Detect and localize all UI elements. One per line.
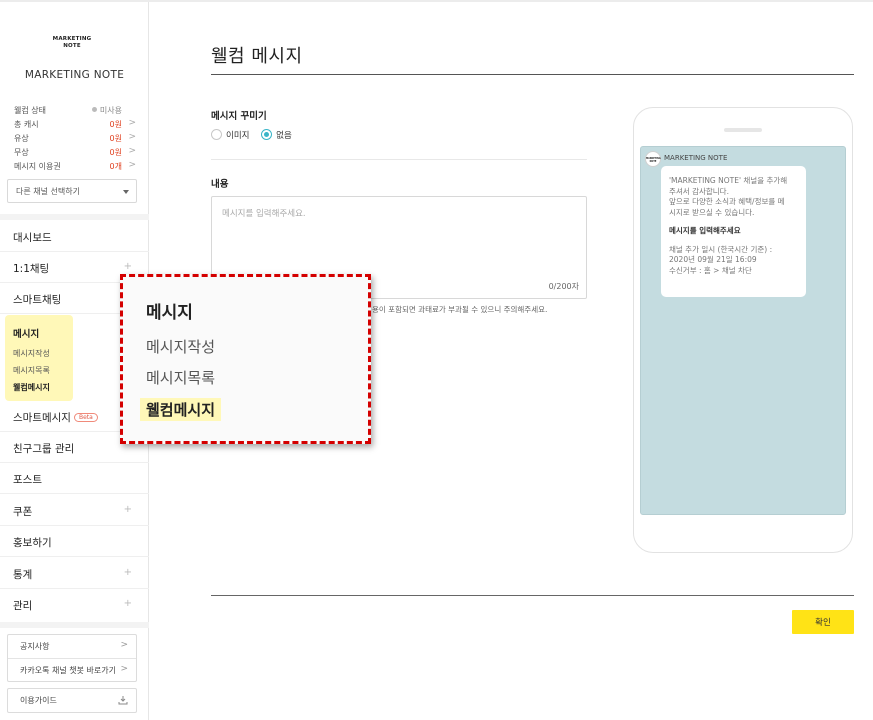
channel-select[interactable]: 다른 채널 선택하기 xyxy=(7,179,137,203)
nav-message[interactable]: 메시지 xyxy=(13,326,73,340)
divider xyxy=(0,214,149,220)
channel-name: MARKETING NOTE xyxy=(664,154,728,162)
info-paid-cash[interactable]: 유상 0원 > xyxy=(14,132,136,144)
link-notice[interactable]: 공지사항 > xyxy=(8,635,136,658)
nav-coupon[interactable]: 쿠폰 + xyxy=(0,495,149,526)
divider xyxy=(211,74,854,75)
download-icon xyxy=(118,696,128,705)
link-kakao-chatbot[interactable]: 카카오톡 채널 챗봇 바로가기 > xyxy=(8,658,136,681)
brand-logo: MARKETING NOTE xyxy=(52,36,92,49)
callout-welcome-message: 웰컴메시지 xyxy=(140,398,222,421)
status-dot-icon xyxy=(91,107,97,112)
decorate-radio-group: 이미지 없음 xyxy=(211,129,301,141)
decorate-label: 메시지 꾸미기 xyxy=(211,111,267,122)
phone-speaker xyxy=(724,128,762,132)
brand-name: MARKETING NOTE xyxy=(24,69,125,81)
chevron-right-icon: > xyxy=(128,160,136,170)
nav-promote[interactable]: 홍보하기 xyxy=(0,526,149,557)
nav-stats[interactable]: 통계 + xyxy=(0,558,149,589)
sidebar-links: 공지사항 > 카카오톡 채널 챗봇 바로가기 > xyxy=(7,634,137,682)
preview-message-bubble: 'MARKETING NOTE' 채널을 추가해 주셔서 감사합니다. 앞으로 … xyxy=(661,166,806,297)
chevron-right-icon: > xyxy=(120,664,128,674)
divider xyxy=(211,595,854,596)
radio-none[interactable]: 없음 xyxy=(261,129,292,141)
callout-message: 메시지 xyxy=(146,303,193,323)
link-guide[interactable]: 이용가이드 xyxy=(7,688,137,713)
chevron-right-icon: > xyxy=(128,118,136,128)
plus-icon: + xyxy=(123,598,132,609)
radio-image[interactable]: 이미지 xyxy=(211,129,249,141)
nav-manage[interactable]: 관리 + xyxy=(0,589,149,620)
divider xyxy=(0,622,149,628)
beta-badge: Beta xyxy=(73,413,98,422)
callout-message-list: 메시지목록 xyxy=(146,369,216,387)
nav-message-compose[interactable]: 메시지작성 xyxy=(13,345,73,362)
nav-message-list[interactable]: 메시지목록 xyxy=(13,362,73,379)
nav-dashboard[interactable]: 대시보드 xyxy=(0,221,149,252)
channel-avatar: MARKETING NOTE xyxy=(645,151,661,167)
content-label: 내용 xyxy=(211,179,229,190)
divider xyxy=(211,159,587,160)
info-welcome-status: 웰컴 상태 미사용 xyxy=(14,106,122,115)
preview-message: 메시지를 입력해주세요 xyxy=(669,226,741,235)
page-title: 웰컴 메시지 xyxy=(211,46,303,67)
nav-post[interactable]: 포스트 xyxy=(0,463,149,494)
chevron-right-icon: > xyxy=(128,146,136,156)
char-counter: 0/200자 xyxy=(548,282,579,291)
info-message-voucher[interactable]: 메시지 이용권 0개 > xyxy=(14,160,136,172)
plus-icon: + xyxy=(123,261,132,272)
plus-icon: + xyxy=(123,567,132,578)
info-total-cash[interactable]: 총 캐시 0원 > xyxy=(14,118,136,130)
info-free-cash[interactable]: 무상 0원 > xyxy=(14,146,136,158)
plus-icon: + xyxy=(123,504,132,515)
chevron-right-icon: > xyxy=(120,640,128,650)
zoom-callout: 메시지 메시지작성 메시지목록 웰컴메시지 xyxy=(120,274,371,444)
notice-text: 용이 포함되면 과태료가 부과될 수 있으니 주의해주세요. xyxy=(372,305,548,314)
nav-message-group: 메시지 메시지작성 메시지목록 웰컴메시지 xyxy=(5,315,73,401)
callout-message-compose: 메시지작성 xyxy=(146,338,216,356)
nav-welcome-message[interactable]: 웰컴메시지 xyxy=(13,379,73,396)
caret-down-icon xyxy=(123,190,129,194)
chevron-right-icon: > xyxy=(128,132,136,142)
confirm-button[interactable]: 확인 xyxy=(792,610,854,634)
